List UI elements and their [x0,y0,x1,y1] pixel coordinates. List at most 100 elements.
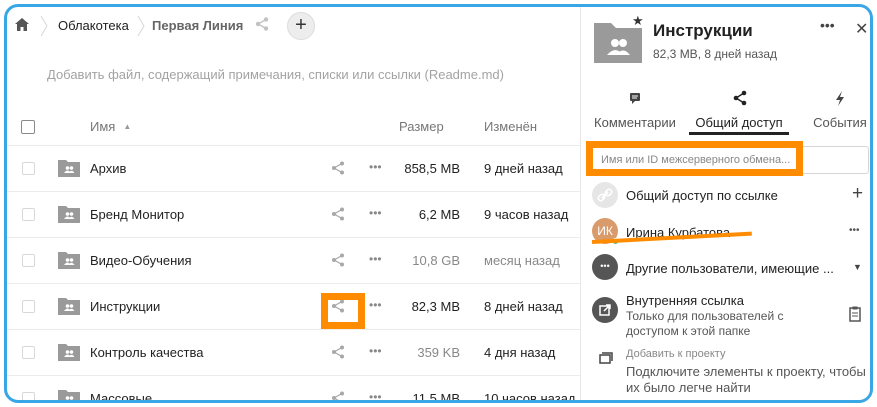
file-name[interactable]: Бренд Монитор [90,207,184,222]
panel-tabs: Комментарии Общий доступ События [581,89,870,135]
share-button-highlight [321,293,365,329]
folder-shared-icon [58,390,80,400]
link-share-label: Общий доступ по ссылке [626,188,778,203]
file-size: 359 KB [417,345,460,360]
sort-ascending-icon: ▲ [123,122,132,131]
table-row[interactable]: Видео-Обучения ••• 10,8 GB месяц назад [7,237,580,283]
header-size[interactable]: Размер [399,119,444,134]
project-icon [599,352,613,364]
breadcrumb-current[interactable]: Первая Линия [152,18,243,33]
file-size: 11,5 MB [412,391,460,403]
panel-subtitle: 82,3 MB, 8 дней назад [653,47,778,61]
share-icon[interactable] [331,253,345,267]
more-icon[interactable]: ••• [820,17,835,33]
table-header: Имя ▲ Размер Изменён [7,111,580,145]
file-modified: 10 часов назад [484,391,576,403]
home-icon[interactable] [15,18,29,31]
favorite-star-icon[interactable]: ★ [632,13,644,29]
file-name[interactable]: Архив [90,161,126,176]
share-input-highlight [586,141,803,176]
app-frame: Облакотека Первая Линия + Добавить файл,… [4,4,873,403]
row-checkbox[interactable] [22,254,35,267]
folder-shared-icon [58,252,80,269]
file-name[interactable]: Массовые [90,391,152,400]
link-avatar [592,182,618,208]
row-checkbox[interactable] [22,392,35,400]
panel-title: Инструкции [653,21,753,40]
more-icon[interactable]: ••• [369,206,382,220]
tab-activity[interactable]: События [803,89,870,135]
folder-shared-icon [58,298,80,315]
file-list-area: Облакотека Первая Линия + Добавить файл,… [7,7,580,400]
tab-sharing-label: Общий доступ [695,115,783,130]
plus-icon[interactable]: + [852,183,863,205]
more-icon[interactable]: ••• [849,225,860,236]
file-modified: 9 часов назад [484,207,569,222]
file-modified: 9 дней назад [484,161,563,176]
details-panel: ★ Инструкции 82,3 MB, 8 дней назад ••• ✕… [580,7,870,400]
chevron-right-icon [137,15,145,37]
tab-sharing[interactable]: Общий доступ [689,89,789,135]
close-icon[interactable]: ✕ [855,19,868,39]
readme-hint[interactable]: Добавить файл, содержащий примечания, сп… [47,67,504,82]
table-row[interactable]: Архив ••• 858,5 MB 9 дней назад [7,145,580,191]
tab-activity-label: События [813,115,867,130]
table-row[interactable]: Массовые ••• 11,5 MB 10 часов назад [7,375,580,403]
lightning-icon [836,91,844,106]
header-modified[interactable]: Изменён [484,119,537,134]
header-name-label: Имя [90,119,116,134]
file-modified: месяц назад [484,253,560,268]
share-icon[interactable] [331,161,345,175]
plus-icon: + [295,14,307,36]
share-icon[interactable] [255,17,269,31]
more-icon[interactable]: ••• [369,344,382,358]
internal-link-title: Внутренняя ссылка [626,293,744,308]
link-share-row: Общий доступ по ссылке + [581,182,870,212]
more-users-icon: ••• [592,254,618,280]
row-checkbox[interactable] [22,208,35,221]
file-name[interactable]: Контроль качества [90,345,203,360]
row-checkbox[interactable] [22,162,35,175]
tab-comments[interactable]: Комментарии [589,89,681,135]
comment-icon [630,93,640,104]
active-tab-indicator [689,132,789,135]
more-icon[interactable]: ••• [369,252,382,266]
tab-comments-label: Комментарии [594,115,676,130]
more-icon[interactable]: ••• [369,298,382,312]
file-name[interactable]: Видео-Обучения [90,253,192,268]
row-checkbox[interactable] [22,346,35,359]
more-icon[interactable]: ••• [369,160,382,174]
more-icon[interactable]: ••• [369,390,382,400]
other-users-label: Другие пользователи, имеющие ... [626,261,834,276]
table-row[interactable]: Бренд Монитор ••• 6,2 MB 9 часов назад [7,191,580,237]
external-link-icon [592,297,618,323]
share-icon[interactable] [331,207,345,221]
clipboard-icon[interactable] [848,306,862,322]
add-to-project-desc-2: их было легче найти [626,380,751,395]
select-all-checkbox[interactable] [21,120,35,134]
file-size: 10,8 GB [412,253,460,268]
add-to-project-row[interactable]: Добавить к проекту Подключите элементы к… [581,345,870,395]
add-to-project-title: Добавить к проекту [626,348,726,360]
add-to-project-desc-1: Подключите элементы к проекту, чтобы [626,364,866,379]
row-checkbox[interactable] [22,300,35,313]
table-row[interactable]: Контроль качества ••• 359 KB 4 дня назад [7,329,580,375]
breadcrumb-root[interactable]: Облакотека [58,18,129,33]
file-size: 858,5 MB [404,161,460,176]
folder-shared-icon [58,206,80,223]
triangle-down-icon: ▼ [853,262,862,272]
file-name[interactable]: Инструкции [90,299,160,314]
share-icon [733,90,747,106]
share-icon[interactable] [331,345,345,359]
table-row[interactable]: Инструкции ••• 82,3 MB 8 дней назад [7,283,580,329]
add-button[interactable]: + [287,12,315,40]
internal-link-row: Внутренняя ссылка Только для пользовател… [581,291,870,338]
file-modified: 4 дня назад [484,345,556,360]
header-name[interactable]: Имя ▲ [90,119,131,134]
file-size: 6,2 MB [418,207,460,222]
chevron-right-icon [40,15,48,37]
folder-shared-icon [58,344,80,361]
share-icon[interactable] [331,391,345,403]
file-modified: 8 дней назад [484,299,563,314]
other-users-row[interactable]: ••• Другие пользователи, имеющие ... ▼ [581,254,870,284]
